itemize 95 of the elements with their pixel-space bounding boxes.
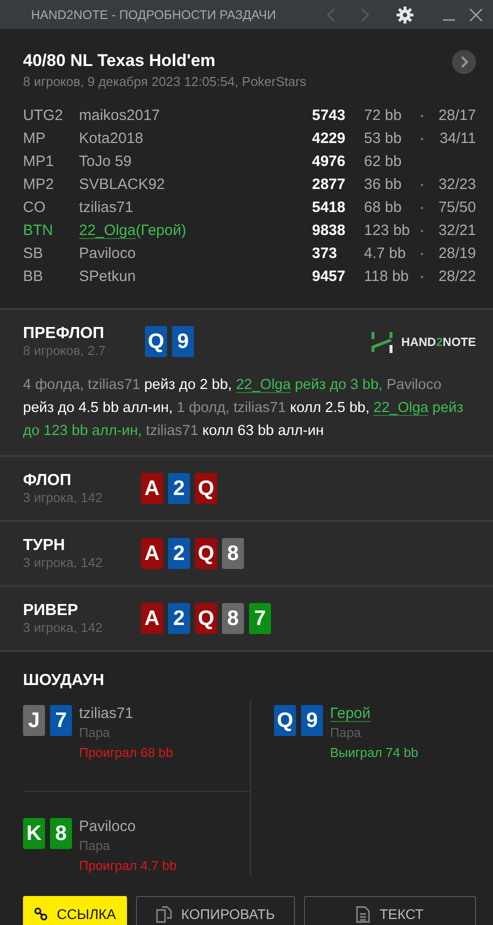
stack-bb: 4.7 bb — [364, 245, 407, 262]
hand-info: 8 игроков, 9 декабря 2023 12:05:54, PokerStars — [23, 73, 306, 91]
stack-bb: 118 bb — [364, 268, 410, 285]
playing-card: 2 — [168, 473, 190, 504]
playing-card: Q — [195, 538, 217, 569]
stack-amount: 9457 — [312, 268, 346, 285]
document-icon — [356, 906, 370, 922]
playing-card: 7 — [50, 705, 72, 736]
playing-card: A — [141, 473, 163, 504]
result-text: Выиграл 74 bb — [330, 744, 418, 762]
next-hand-button[interactable] — [452, 50, 476, 74]
playing-card: Q — [195, 473, 217, 504]
action-summary: 4 фолда, tzilias71 рейз до 2 bb, 22_Olga рейз до 3 bb, Paviloco рейз до 4.5 bb алл-ин, 1 фолд, tzilias71 колл 2.5 bb, 22_Olga рейз до 123 bb алл-ин, tzilias71 колл 63 bb алл-ин — [23, 376, 464, 441]
playing-card: 8 — [222, 538, 244, 569]
player-link[interactable]: 22_Olga — [236, 377, 291, 393]
player-stats: 28/22 — [438, 268, 476, 285]
player-name: tzilias71 — [79, 705, 134, 723]
stack-bb: 72 bb — [364, 107, 403, 124]
hand-rank: Пара — [79, 837, 110, 855]
stack-amount: 2877 — [312, 176, 346, 193]
player-name: ToJo 59 — [79, 153, 132, 170]
logo-text: HAND2NOTE — [401, 334, 476, 348]
position-label: CO — [23, 199, 46, 216]
player-name: Paviloco — [79, 245, 136, 262]
stack-bb: 68 bb — [364, 199, 403, 216]
stack-bb: 53 bb — [364, 130, 403, 147]
street-title: ФЛОП — [23, 471, 72, 490]
logo-icon — [371, 330, 394, 354]
player-name: SVBLACK92 — [79, 176, 165, 193]
close-icon[interactable] — [469, 8, 483, 22]
playing-card: J — [23, 705, 45, 736]
position-label: UTG2 — [23, 107, 64, 124]
hand-rank: Пара — [330, 724, 362, 742]
stack-amount: 4229 — [312, 130, 346, 147]
position-label: SB — [23, 245, 44, 262]
player-stats: 34/11 — [440, 130, 476, 147]
player-name[interactable]: Герой — [330, 705, 371, 723]
game-title: 40/80 NL Texas Hold'em — [23, 50, 216, 72]
player-stats: 32/21 — [438, 222, 476, 239]
settings-icon[interactable] — [396, 6, 414, 24]
position-label: BB — [23, 268, 44, 285]
playing-card: 9 — [172, 326, 194, 357]
playing-card: 8 — [50, 818, 72, 849]
player-name[interactable]: 22_Olga — [79, 222, 136, 239]
player-name: Kota2018 — [79, 130, 144, 147]
stack-amount: 5418 — [312, 199, 346, 216]
hero-tag: (Герой) — [136, 222, 186, 239]
player-link[interactable]: 22_Olga — [374, 400, 428, 416]
playing-card: A — [141, 603, 163, 634]
hand-rank: Пара — [79, 724, 110, 742]
playing-card: 2 — [168, 538, 190, 569]
stack-bb: 36 bb — [364, 176, 403, 193]
playing-card: 2 — [168, 603, 190, 634]
street-info: 3 игрока, 142 — [23, 490, 104, 506]
player-name: Paviloco — [79, 818, 136, 836]
position-label: MP2 — [23, 176, 55, 193]
stack-amount: 373 — [312, 245, 338, 262]
player-name: maikos2017 — [79, 107, 160, 124]
player-name: SPetkun — [79, 268, 136, 285]
position-label: MP1 — [23, 153, 55, 170]
stack-amount: 5743 — [312, 107, 346, 124]
showdown-title: ШОУДАУН — [23, 672, 106, 690]
playing-card: Q — [274, 705, 296, 736]
stack-bb: 62 bb — [364, 153, 403, 170]
street-info: 3 игрока, 142 — [23, 555, 104, 571]
copy-button[interactable]: КОПИРОВАТЬ — [136, 896, 295, 925]
player-stats: 28/17 — [438, 107, 476, 124]
chain-link-icon — [34, 906, 48, 922]
playing-card: Q — [195, 603, 217, 634]
result-text: Проиграл 4.7 bb — [79, 857, 177, 875]
player-stats: 32/23 — [438, 176, 476, 193]
street-title: ПРЕФЛОП — [23, 324, 106, 343]
stack-bb: 123 bb — [364, 222, 411, 239]
street-info: 8 игроков, 2.7 — [23, 343, 107, 359]
street-title: РИВЕР — [23, 601, 80, 620]
link-button[interactable]: ССЫЛКА — [23, 896, 127, 925]
copy-icon — [156, 906, 172, 922]
playing-card: 9 — [301, 705, 323, 736]
playing-card: Q — [145, 326, 167, 357]
street-info: 3 игрока, 142 — [23, 620, 104, 636]
playing-card: A — [141, 538, 163, 569]
position-label: BTN — [23, 222, 54, 239]
stack-amount: 9838 — [312, 222, 346, 239]
player-stats: 28/19 — [438, 245, 476, 262]
result-text: Проиграл 68 bb — [79, 744, 173, 762]
position-label: MP — [23, 130, 46, 147]
playing-card: 8 — [222, 603, 244, 634]
stack-amount: 4976 — [312, 153, 346, 170]
text-button[interactable]: ТЕКСТ — [304, 896, 476, 925]
player-stats: 75/50 — [438, 199, 476, 216]
street-title: ТУРН — [23, 536, 66, 555]
playing-card: 7 — [249, 603, 271, 634]
player-name: tzilias71 — [79, 199, 134, 216]
playing-card: K — [23, 818, 45, 849]
window-title: HAND2NOTE - ПОДРОБНОСТИ РАЗДАЧИ — [31, 8, 277, 22]
